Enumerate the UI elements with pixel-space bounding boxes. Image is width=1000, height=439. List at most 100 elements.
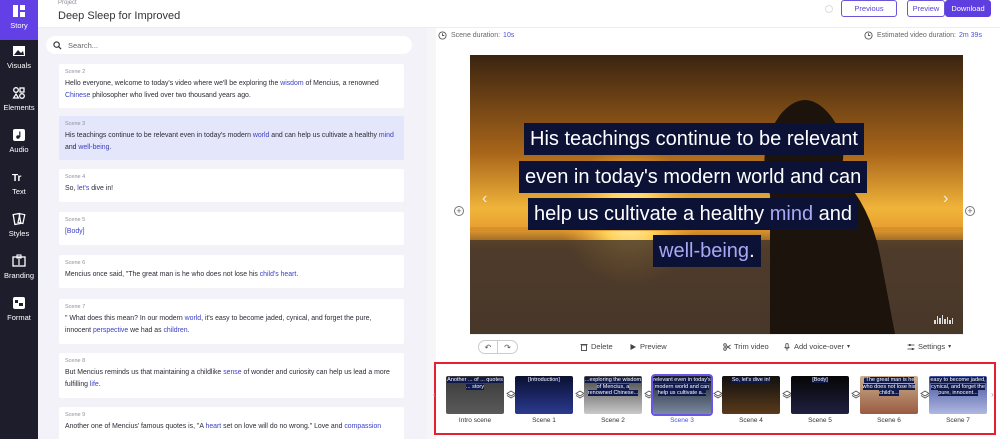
sunset-background-image xyxy=(470,55,963,334)
audio-waveform-icon xyxy=(934,315,953,324)
rail-item-branding[interactable]: Branding xyxy=(0,250,38,290)
next-scene-arrow-icon[interactable]: › xyxy=(943,190,948,208)
preview-scene-label: Preview xyxy=(640,342,667,351)
scene-text[interactable]: But Mencius reminds us that maintaining … xyxy=(65,367,398,391)
timeline-label: Scene 3 xyxy=(670,417,694,424)
chevron-down-icon: ▾ xyxy=(948,344,952,350)
add-scene-after-icon[interactable]: + xyxy=(965,206,975,216)
settings-label: Settings xyxy=(918,342,946,351)
scene-number: Scene 7 xyxy=(65,304,86,310)
settings-button[interactable]: Settings ▾ xyxy=(907,342,951,351)
video-preview[interactable]: His teachings continue to be relevant ev… xyxy=(470,55,963,334)
chevron-down-icon: ▾ xyxy=(847,344,851,350)
timeline-scroll-left-icon[interactable]: ‹ xyxy=(433,390,436,399)
rail-item-visuals[interactable]: Visuals xyxy=(0,40,38,80)
script-panel: Search... Scene 2 Hello everyone, welcom… xyxy=(38,28,427,439)
thumbnail-caption: easy to become jaded, cynical, and forge… xyxy=(930,377,986,396)
scene-card-4[interactable]: Scene 4 So, let's dive in! xyxy=(59,169,404,202)
search-placeholder: Search... xyxy=(68,40,99,50)
delete-label: Delete xyxy=(591,342,613,351)
timeline-thumbnail[interactable]: So, let's dive in! xyxy=(722,376,780,414)
thumbnail-caption: Another ... of ... quotes ... story xyxy=(447,377,503,390)
timeline-label: Scene 5 xyxy=(808,417,832,424)
timeline-thumbnail[interactable]: "The great man is he who does not lose h… xyxy=(860,376,918,414)
scene-text[interactable]: Mencius once said, "The great man is he … xyxy=(65,269,398,281)
rail-label: Text xyxy=(12,187,26,196)
rail-item-elements[interactable]: Elements xyxy=(0,82,38,122)
rail-label: Audio xyxy=(9,145,29,154)
add-scene-before-icon[interactable]: + xyxy=(454,206,464,216)
scene-duration-value[interactable]: 10s xyxy=(503,32,514,39)
caption-line-4: well-being. xyxy=(653,235,761,267)
estimated-duration: Estimated video duration: 2m 39s xyxy=(864,31,982,40)
project-label: Project xyxy=(58,0,77,6)
rail-item-text[interactable]: Tr Text xyxy=(0,166,38,206)
scene-toolbar: ↶ ↷ Delete Preview Trim video Add voice-… xyxy=(470,334,963,358)
caption-highlight: well-being xyxy=(659,240,750,262)
svg-text:Tr: Tr xyxy=(12,173,22,184)
rail-item-audio[interactable]: Audio xyxy=(0,124,38,164)
timeline-thumbnail[interactable]: [Introduction] xyxy=(515,376,573,414)
search-icon xyxy=(53,40,62,50)
timeline-thumbnail[interactable]: Another ... of ... quotes ... story xyxy=(446,376,504,414)
trim-video-button[interactable]: Trim video xyxy=(723,342,769,351)
trim-video-label: Trim video xyxy=(734,342,769,351)
timeline-scroll-right-icon[interactable]: › xyxy=(991,390,994,399)
visuals-icon xyxy=(13,46,25,56)
rail-item-story[interactable]: Story xyxy=(0,0,38,40)
scene-number: Scene 6 xyxy=(65,260,86,266)
timeline-thumbnail[interactable]: relevant even in today's modern world an… xyxy=(651,374,713,416)
rail-label: Story xyxy=(10,21,28,30)
scene-card-6[interactable]: Scene 6 Mencius once said, "The great ma… xyxy=(59,255,404,288)
scene-text[interactable]: So, let's dive in! xyxy=(65,183,398,195)
preview-button[interactable]: Preview xyxy=(907,0,945,17)
previous-button[interactable]: Previous xyxy=(841,0,897,17)
scene-text[interactable]: Hello everyone, welcome to today's video… xyxy=(65,78,398,102)
scene-card-2[interactable]: Scene 2 Hello everyone, welcome to today… xyxy=(59,64,404,108)
scene-number: Scene 5 xyxy=(65,217,86,223)
scene-text[interactable]: Another one of Mencius' famous quotes is… xyxy=(65,421,398,433)
undo-icon[interactable]: ↶ xyxy=(478,340,498,354)
add-voice-over-button[interactable]: Add voice-over ▾ xyxy=(783,342,850,351)
scene-duration-label: Scene duration: xyxy=(451,32,501,39)
rail-label: Styles xyxy=(8,229,30,238)
timeline-thumbnail[interactable]: ...exploring the wisdom of Mencius, a re… xyxy=(584,376,642,414)
scene-text[interactable]: " What does this mean? In our modern wor… xyxy=(65,313,398,337)
timeline-thumbnail[interactable]: [Body] xyxy=(791,376,849,414)
rail-item-format[interactable]: Format xyxy=(0,292,38,332)
scene-text[interactable]: His teachings continue to be relevant ev… xyxy=(65,130,398,154)
scene-text[interactable]: [Body] xyxy=(65,226,398,238)
undo-redo-group: ↶ ↷ xyxy=(478,340,518,354)
previous-scene-arrow-icon[interactable]: ‹ xyxy=(482,190,487,208)
caption-text: and xyxy=(818,203,853,225)
status-dot-icon xyxy=(825,5,833,13)
timeline-label: Scene 2 xyxy=(601,417,625,424)
thumbnail-caption: "The great man is he who does not lose h… xyxy=(862,377,916,396)
timeline-thumbnail[interactable]: easy to become jaded, cynical, and forge… xyxy=(929,376,987,414)
elements-icon xyxy=(12,87,25,99)
scissors-icon xyxy=(723,342,731,351)
scene-card-7[interactable]: Scene 7 " What does this mean? In our mo… xyxy=(59,299,404,344)
clock-icon xyxy=(438,31,447,40)
thumbnail-caption: relevant even in today's modern world an… xyxy=(653,377,711,396)
project-title[interactable]: Deep Sleep for Improved xyxy=(58,10,180,22)
download-button[interactable]: Download xyxy=(945,0,991,17)
search-input[interactable]: Search... xyxy=(46,36,412,54)
scene-card-3[interactable]: Scene 3 His teachings continue to be rel… xyxy=(59,116,404,160)
scene-card-9[interactable]: Scene 9 Another one of Mencius' famous q… xyxy=(59,407,404,439)
caption-highlight: mind xyxy=(769,203,814,225)
estimated-duration-value: 2m 39s xyxy=(959,32,982,39)
thumbnail-caption: So, let's dive in! xyxy=(731,377,771,383)
scene-card-5[interactable]: Scene 5 [Body] xyxy=(59,212,404,245)
preview-scene-button[interactable]: Preview xyxy=(629,342,667,351)
delete-button[interactable]: Delete xyxy=(580,342,613,351)
rail-label: Elements xyxy=(3,103,35,112)
rail-label: Branding xyxy=(3,271,35,280)
format-icon xyxy=(13,297,25,309)
rail-item-styles[interactable]: Styles xyxy=(0,208,38,248)
thumbnail-caption: [Body] xyxy=(812,377,828,383)
add-voice-over-label: Add voice-over xyxy=(794,342,845,351)
scene-card-8[interactable]: Scene 8 But Mencius reminds us that main… xyxy=(59,353,404,398)
clock-icon xyxy=(864,31,873,40)
redo-icon[interactable]: ↷ xyxy=(498,340,518,354)
